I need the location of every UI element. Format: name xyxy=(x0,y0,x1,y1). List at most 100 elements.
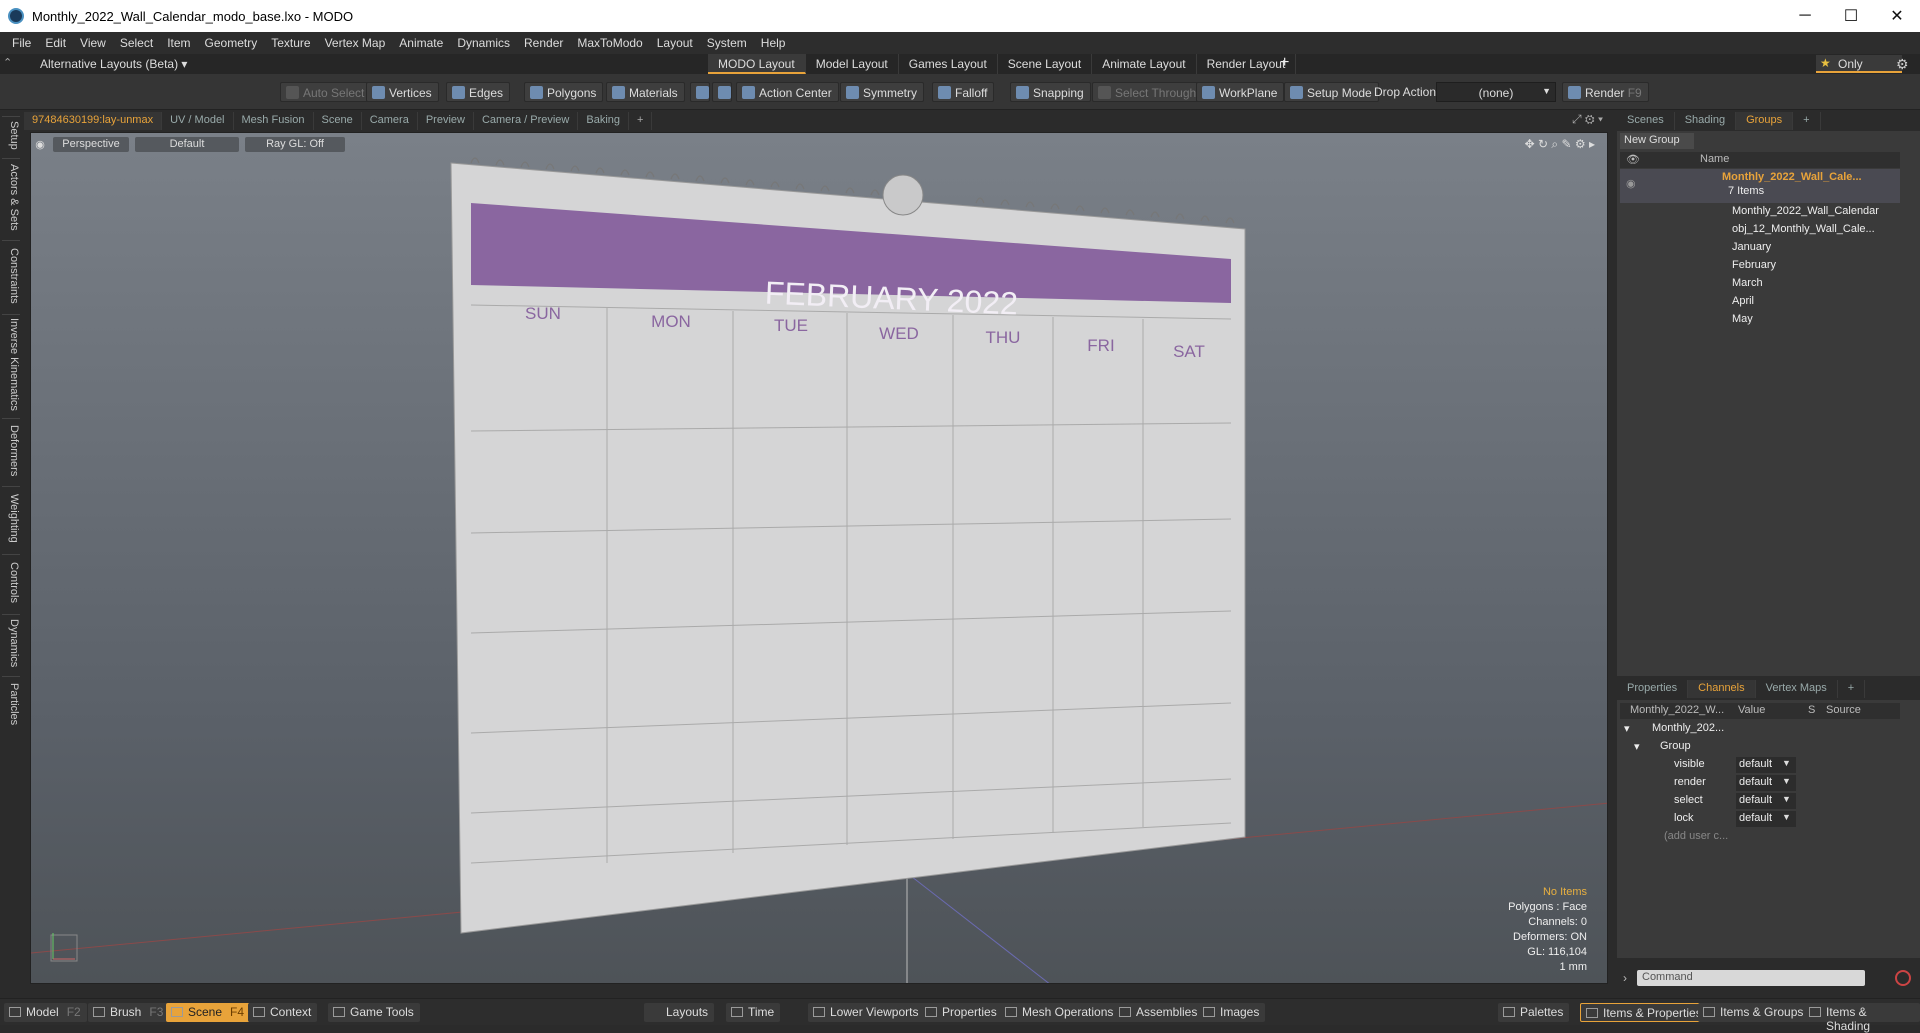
menu-help[interactable]: Help xyxy=(755,36,794,50)
chevron-down-icon[interactable]: ▼ xyxy=(1782,812,1791,822)
record-icon[interactable] xyxy=(1895,970,1911,986)
auto-select-button[interactable]: Auto Select xyxy=(280,82,372,102)
items-groups-button[interactable]: Items & Groups xyxy=(1698,1003,1810,1022)
select-through-button[interactable]: Select Through xyxy=(1092,82,1204,102)
chevron-down-icon[interactable]: ▼ xyxy=(1782,776,1791,786)
tab-groups[interactable]: Groups xyxy=(1736,112,1794,130)
add-panel-tab-icon[interactable]: + xyxy=(1793,112,1821,130)
tab-preview[interactable]: Preview xyxy=(418,112,474,130)
tab-model-layout[interactable]: Model Layout xyxy=(806,54,899,74)
group-row[interactable]: ◉ Monthly_2022_Wall_Cale... 7 Items xyxy=(1620,169,1900,203)
tab-vertex-maps[interactable]: Vertex Maps xyxy=(1756,680,1838,698)
tab-scene[interactable]: Scene xyxy=(314,112,362,130)
minimize-icon[interactable]: ─ xyxy=(1782,0,1828,32)
menu-file[interactable]: File xyxy=(6,36,39,50)
lower-viewports-button[interactable]: Lower Viewports xyxy=(808,1003,925,1022)
list-item[interactable]: January xyxy=(1620,239,1900,257)
menu-view[interactable]: View xyxy=(74,36,114,50)
tab-weighting[interactable]: Weighting xyxy=(2,486,20,550)
tab-scenes[interactable]: Scenes xyxy=(1617,112,1675,130)
items-properties-button[interactable]: Items & Properties xyxy=(1580,1003,1709,1022)
tab-particles[interactable]: Particles xyxy=(2,676,20,732)
properties-button[interactable]: Properties xyxy=(920,1003,1003,1022)
model-button[interactable]: Model F2 xyxy=(4,1003,87,1022)
setup-mode-button[interactable]: Setup Mode xyxy=(1284,82,1379,102)
chevron-down-icon[interactable]: ▼ xyxy=(1782,758,1791,768)
tab-camera-preview[interactable]: Camera / Preview xyxy=(474,112,579,130)
menu-system[interactable]: System xyxy=(701,36,755,50)
menu-layout[interactable]: Layout xyxy=(651,36,701,50)
list-item[interactable]: April xyxy=(1620,293,1900,311)
drop-action-select[interactable]: (none) ▼ xyxy=(1436,82,1556,102)
close-icon[interactable]: ✕ xyxy=(1874,0,1920,32)
tab-games-layout[interactable]: Games Layout xyxy=(899,54,998,74)
alternative-layouts-dropdown[interactable]: Alternative Layouts (Beta) ▾ xyxy=(40,57,187,71)
menu-texture[interactable]: Texture xyxy=(265,36,318,50)
menu-render[interactable]: Render xyxy=(518,36,571,50)
symmetry-button[interactable]: Symmetry xyxy=(840,82,924,102)
3d-viewport[interactable]: ◉ Perspective Default Ray GL: Off ✥ ↻ ⌕ … xyxy=(30,132,1608,984)
menu-select[interactable]: Select xyxy=(114,36,161,50)
workplane-button[interactable]: WorkPlane xyxy=(1196,82,1285,102)
add-user-channel-row[interactable]: (add user c... xyxy=(1620,828,1900,846)
menu-geometry[interactable]: Geometry xyxy=(199,36,266,50)
tab-deformers[interactable]: Deformers xyxy=(2,418,20,482)
center-select-button[interactable] xyxy=(690,82,710,102)
chevron-down-icon[interactable]: ▼ xyxy=(1782,794,1791,804)
list-item[interactable]: May xyxy=(1620,311,1900,329)
menu-vertex-map[interactable]: Vertex Map xyxy=(319,36,394,50)
channel-row-visible[interactable]: visible default ▼ xyxy=(1620,756,1900,774)
tab-uv-model[interactable]: UV / Model xyxy=(162,112,234,130)
assemblies-button[interactable]: Assemblies xyxy=(1114,1003,1204,1022)
menu-edit[interactable]: Edit xyxy=(39,36,74,50)
polygons-button[interactable]: Polygons xyxy=(524,82,604,102)
tab-controls[interactable]: Controls xyxy=(2,554,20,610)
items-shading-button[interactable]: Items & Shading xyxy=(1804,1003,1920,1033)
tab-properties[interactable]: Properties xyxy=(1617,680,1689,698)
tab-shading[interactable]: Shading xyxy=(1675,112,1737,130)
maximize-icon[interactable]: ☐ xyxy=(1828,0,1874,32)
gear-icon[interactable]: ⚙ xyxy=(1896,56,1909,73)
time-button[interactable]: Time xyxy=(726,1003,781,1022)
tab-animate-layout[interactable]: Animate Layout xyxy=(1092,54,1197,74)
materials-button[interactable]: Materials xyxy=(606,82,685,102)
visibility-icon[interactable]: ◉ xyxy=(1626,177,1636,190)
new-group-button[interactable]: New Group xyxy=(1620,133,1694,149)
add-layout-icon[interactable]: + xyxy=(1280,54,1289,72)
menu-animate[interactable]: Animate xyxy=(393,36,451,50)
images-button[interactable]: Images xyxy=(1198,1003,1266,1022)
pivot-select-button[interactable] xyxy=(712,82,732,102)
menu-maxtomodo[interactable]: MaxToModo xyxy=(571,36,650,50)
channel-group-row[interactable]: ▾ Group xyxy=(1620,738,1900,756)
snapping-button[interactable]: Snapping xyxy=(1010,82,1091,102)
command-input[interactable]: Command xyxy=(1637,970,1865,986)
menu-dynamics[interactable]: Dynamics xyxy=(451,36,518,50)
tab-actors-sets[interactable]: Actors & Sets xyxy=(2,158,20,236)
mesh-operations-button[interactable]: Mesh Operations xyxy=(1000,1003,1120,1022)
tab-setup[interactable]: Setup xyxy=(2,116,20,154)
game-tools-button[interactable]: Game Tools xyxy=(328,1003,420,1022)
tab-baking[interactable]: Baking xyxy=(578,112,630,130)
palettes-button[interactable]: Palettes xyxy=(1498,1003,1570,1022)
vertices-button[interactable]: Vertices xyxy=(366,82,439,102)
falloff-button[interactable]: Falloff xyxy=(932,82,995,102)
list-item[interactable]: obj_12_Monthly_Wall_Cale... xyxy=(1620,221,1900,239)
menu-item[interactable]: Item xyxy=(161,36,198,50)
brush-button[interactable]: Brush F3 xyxy=(88,1003,170,1022)
channel-root-row[interactable]: ▾ Monthly_202... xyxy=(1620,720,1900,738)
tab-inverse-kinematics[interactable]: Inverse Kinematics xyxy=(2,314,20,414)
list-item[interactable]: February xyxy=(1620,257,1900,275)
add-channel-tab-icon[interactable]: + xyxy=(1838,680,1866,698)
tab-channels[interactable]: Channels xyxy=(1688,680,1756,698)
list-item[interactable]: March xyxy=(1620,275,1900,293)
channel-row-select[interactable]: select default ▼ xyxy=(1620,792,1900,810)
scene-button[interactable]: Scene F4 xyxy=(166,1003,251,1022)
action-center-button[interactable]: Action Center xyxy=(736,82,839,102)
context-button[interactable]: Context xyxy=(248,1003,318,1022)
tab-scene-layout[interactable]: Scene Layout xyxy=(998,54,1093,74)
tab-lay-unmax[interactable]: 97484630199:lay-unmax xyxy=(24,112,163,130)
tab-modo-layout[interactable]: MODO Layout xyxy=(708,54,806,74)
add-tab-icon[interactable]: + xyxy=(629,112,653,130)
tab-constraints[interactable]: Constraints xyxy=(2,240,20,310)
collapse-icon[interactable]: ⌃ xyxy=(3,56,12,69)
